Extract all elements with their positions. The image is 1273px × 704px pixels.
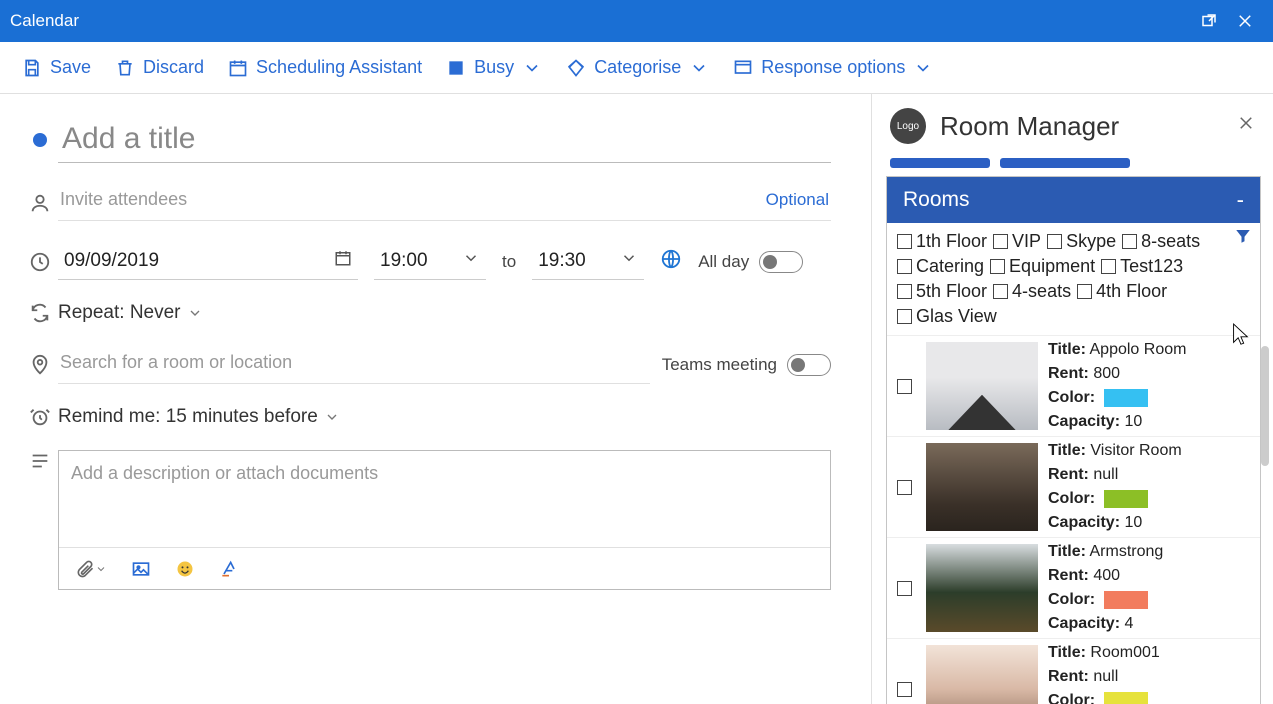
popout-icon[interactable] [1191,3,1227,39]
save-button[interactable]: Save [22,57,91,78]
room-item: Title: ArmstrongRent: 400Color: Capacity… [887,537,1260,638]
teams-meeting-toggle[interactable] [787,354,831,376]
description-input[interactable] [59,451,830,547]
response-options-dropdown[interactable]: Response options [733,57,933,78]
close-icon[interactable] [1227,3,1263,39]
chevron-down-icon [462,249,480,273]
scrollbar[interactable] [1261,306,1271,704]
calendar-icon [334,249,352,273]
room-list: Title: Appolo RoomRent: 800Color: Capaci… [887,335,1260,704]
room-checkbox[interactable] [897,480,912,495]
filter-icon[interactable] [1234,227,1252,250]
room-manager-pane: Logo Room Manager Rooms - [871,94,1273,704]
reminder-dropdown[interactable]: Remind me: 15 minutes before [58,406,340,428]
filter-checkbox[interactable]: 1th Floor [897,231,987,252]
filter-checkbox[interactable]: Equipment [990,256,1095,277]
command-toolbar: Save Discard Scheduling Assistant Busy C… [0,42,1273,94]
action-pill[interactable] [890,158,990,168]
room-manager-action-bar [872,158,1273,176]
people-icon [22,192,58,214]
room-image [926,443,1038,531]
attach-button[interactable] [75,559,107,579]
event-editor: Optional 09/09/2019 19:00 to [0,94,871,704]
collapse-icon[interactable]: - [1237,187,1244,213]
room-info: Title: Appolo RoomRent: 800Color: Capaci… [1048,338,1254,434]
attendees-input[interactable] [60,189,766,210]
date-input[interactable]: 09/09/2019 [58,243,358,280]
filter-checkbox[interactable]: 4th Floor [1077,281,1167,302]
busy-dropdown[interactable]: Busy [446,57,542,78]
filter-checkbox[interactable]: 4-seats [993,281,1071,302]
filter-checkbox[interactable]: 8-seats [1122,231,1200,252]
location-icon [22,354,58,376]
discard-button[interactable]: Discard [115,57,204,78]
room-item: Title: Visitor RoomRent: nullColor: Capa… [887,436,1260,537]
room-filters: 1th Floor VIP Skype 8-seats Catering Equipmen… [887,223,1260,335]
room-info: Title: Room001Rent: nullColor: Capacity:… [1048,641,1254,704]
filter-checkbox[interactable]: Skype [1047,231,1116,252]
room-info: Title: ArmstrongRent: 400Color: Capacity… [1048,540,1254,636]
close-pane-icon[interactable] [1237,114,1255,138]
allday-toggle[interactable] [759,251,803,273]
emoji-button[interactable] [175,559,195,579]
room-checkbox[interactable] [897,682,912,697]
repeat-icon [22,302,58,324]
allday-label: All day [698,252,749,272]
room-info: Title: Visitor RoomRent: nullColor: Capa… [1048,439,1254,535]
categorise-dropdown[interactable]: Categorise [566,57,709,78]
room-manager-title: Room Manager [940,111,1223,142]
filter-checkbox[interactable]: Glas View [897,306,997,327]
filter-checkbox[interactable]: Test123 [1101,256,1183,277]
room-image [926,342,1038,430]
chevron-down-icon [620,249,638,273]
filter-checkbox[interactable]: 5th Floor [897,281,987,302]
window-titlebar: Calendar [0,0,1273,42]
clock-icon [22,251,58,273]
to-label: to [502,252,516,272]
optional-button[interactable]: Optional [766,190,829,210]
room-checkbox[interactable] [897,379,912,394]
room-manager-logo: Logo [890,108,926,144]
room-item: Title: Room001Rent: nullColor: Capacity:… [887,638,1260,704]
repeat-dropdown[interactable]: Repeat: Never [58,302,203,324]
rooms-panel-header[interactable]: Rooms - [887,177,1260,223]
filter-checkbox[interactable]: VIP [993,231,1041,252]
start-time-input[interactable]: 19:00 [374,243,486,280]
title-input[interactable] [58,116,831,163]
reminder-icon [22,406,58,428]
room-checkbox[interactable] [897,581,912,596]
formatting-button[interactable] [219,559,239,579]
end-time-input[interactable]: 19:30 [532,243,644,280]
room-item: Title: Appolo RoomRent: 800Color: Capaci… [887,335,1260,436]
filter-checkbox[interactable]: Catering [897,256,984,277]
description-icon [22,450,58,472]
room-image [926,645,1038,704]
event-color-dot [33,133,47,147]
location-input[interactable] [58,346,650,384]
insert-image-button[interactable] [131,559,151,579]
room-image [926,544,1038,632]
action-pill[interactable] [1000,158,1130,168]
description-toolbar [59,547,830,589]
timezone-icon[interactable] [660,248,682,275]
teams-meeting-label: Teams meeting [662,355,777,375]
scheduling-assistant-button[interactable]: Scheduling Assistant [228,57,422,78]
window-title: Calendar [10,11,79,31]
